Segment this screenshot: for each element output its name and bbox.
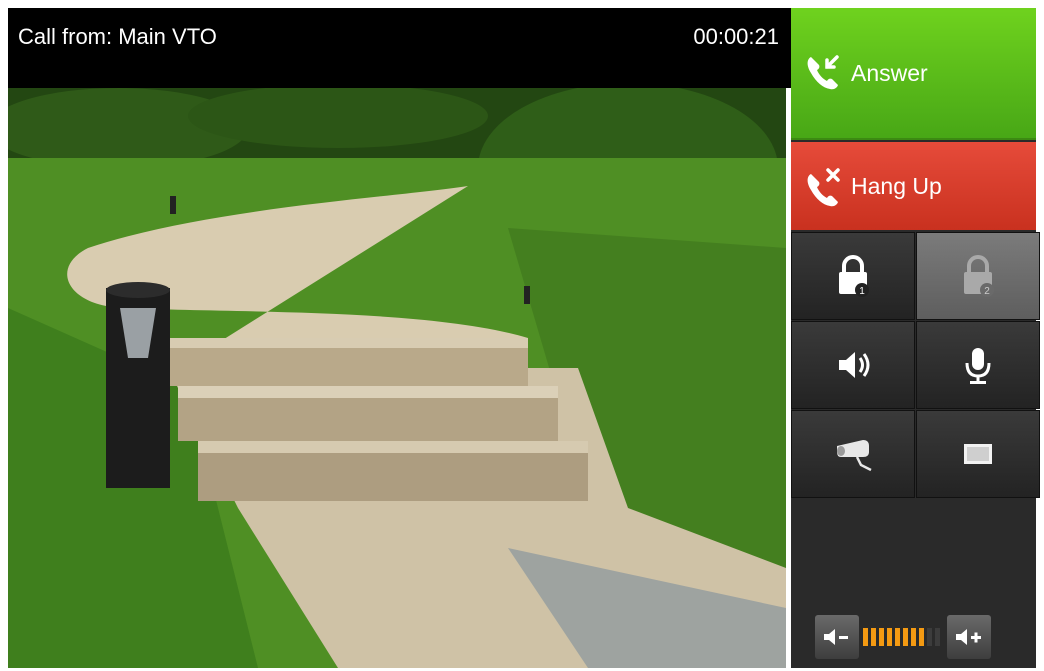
phone-hangup-icon — [807, 168, 840, 207]
call-control-panel: Answer Hang Up 1 2 — [791, 8, 1040, 668]
lock-1-icon: 1 — [839, 255, 869, 297]
volume-level-indicator[interactable] — [863, 628, 943, 646]
microphone-icon — [965, 348, 991, 384]
volume-segment — [887, 628, 892, 646]
intercom-call-screen: Call from: Main VTO 00:00:21 Answer Hang… — [0, 0, 1044, 671]
call-timer: 00:00:21 — [693, 24, 779, 49]
svg-text:2: 2 — [984, 286, 990, 297]
volume-control — [815, 614, 1027, 660]
speaker-icon — [839, 352, 870, 378]
unlock-door-1-button[interactable]: 1 — [791, 232, 915, 320]
volume-segment — [911, 628, 916, 646]
microphone-button[interactable] — [916, 321, 1040, 409]
hang-up-label: Hang Up — [851, 172, 942, 199]
volume-segment — [871, 628, 876, 646]
lock-2-icon: 2 — [964, 255, 994, 297]
volume-segment — [863, 628, 868, 646]
answer-label: Answer — [851, 59, 928, 86]
volume-down-button[interactable] — [815, 615, 859, 659]
volume-segment — [935, 628, 940, 646]
volume-segment — [879, 628, 884, 646]
phone-answer-icon — [807, 55, 839, 90]
volume-segment — [895, 628, 900, 646]
volume-up-icon — [956, 629, 981, 645]
volume-down-icon — [824, 629, 848, 645]
volume-segment — [919, 628, 924, 646]
call-info-bar: Call from: Main VTO 00:00:21 — [8, 8, 791, 88]
volume-up-button[interactable] — [947, 615, 991, 659]
caller-label: Call from: Main VTO — [18, 24, 217, 49]
volume-segment — [927, 628, 932, 646]
hang-up-button[interactable]: Hang Up — [791, 142, 1036, 230]
svg-text:1: 1 — [859, 286, 865, 297]
volume-segment — [903, 628, 908, 646]
unlock-door-2-button[interactable]: 2 — [916, 232, 1040, 320]
camera-button[interactable] — [791, 410, 915, 498]
security-camera-icon — [837, 440, 872, 472]
answer-button[interactable]: Answer — [791, 8, 1036, 140]
screen-icon — [964, 444, 992, 464]
camera-video-feed — [8, 8, 786, 668]
speaker-button[interactable] — [791, 321, 915, 409]
screen-button[interactable] — [916, 410, 1040, 498]
